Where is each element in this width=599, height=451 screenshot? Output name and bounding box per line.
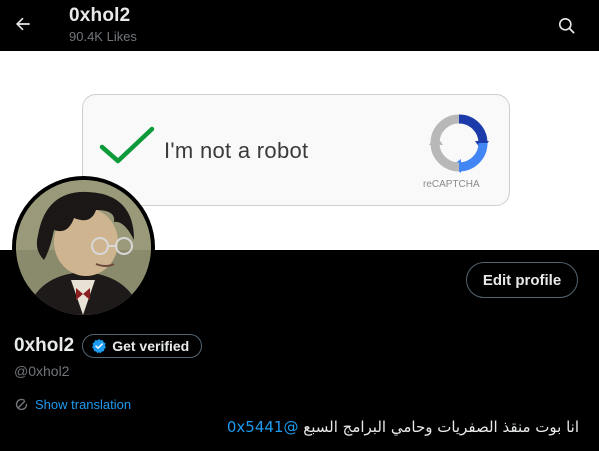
- user-handle: @0xhol2: [14, 363, 70, 379]
- name-row: 0xhol2 Get verified: [14, 334, 203, 358]
- get-verified-button[interactable]: Get verified: [82, 334, 203, 358]
- show-translation-link[interactable]: Show translation: [14, 397, 131, 412]
- likes-count: 90.4K Likes: [69, 29, 137, 44]
- bio-mention-link[interactable]: @0x5441: [227, 418, 299, 436]
- bio: انا بوت منقذ الصفريات وحامي البرامج السب…: [227, 418, 579, 436]
- page-title: 0xhol2: [69, 5, 131, 26]
- checkmark-icon: [99, 126, 155, 164]
- translate-icon: [15, 398, 28, 411]
- show-translation-label: Show translation: [35, 397, 132, 412]
- recaptcha-logo-icon: [429, 114, 489, 173]
- get-verified-label: Get verified: [112, 338, 190, 354]
- avatar[interactable]: [12, 176, 155, 319]
- edit-profile-button[interactable]: Edit profile: [466, 262, 578, 298]
- bio-text: انا بوت منقذ الصفريات وحامي البرامج السب…: [303, 418, 579, 436]
- captcha-box: I'm not a robot reCAPTCHA: [82, 94, 510, 206]
- back-arrow-icon: [16, 17, 30, 31]
- top-bar: 0xhol2 90.4K Likes: [0, 0, 599, 51]
- recaptcha-brand: reCAPTCHA: [423, 179, 480, 190]
- back-button[interactable]: [8, 9, 38, 39]
- search-icon: [558, 17, 574, 33]
- captcha-label: I'm not a robot: [164, 138, 309, 163]
- avatar-image: [16, 180, 151, 315]
- display-name: 0xhol2: [14, 335, 75, 356]
- verified-badge-icon: [92, 339, 107, 354]
- header-title-block: 0xhol2 90.4K Likes: [69, 5, 137, 44]
- search-button[interactable]: [553, 12, 579, 38]
